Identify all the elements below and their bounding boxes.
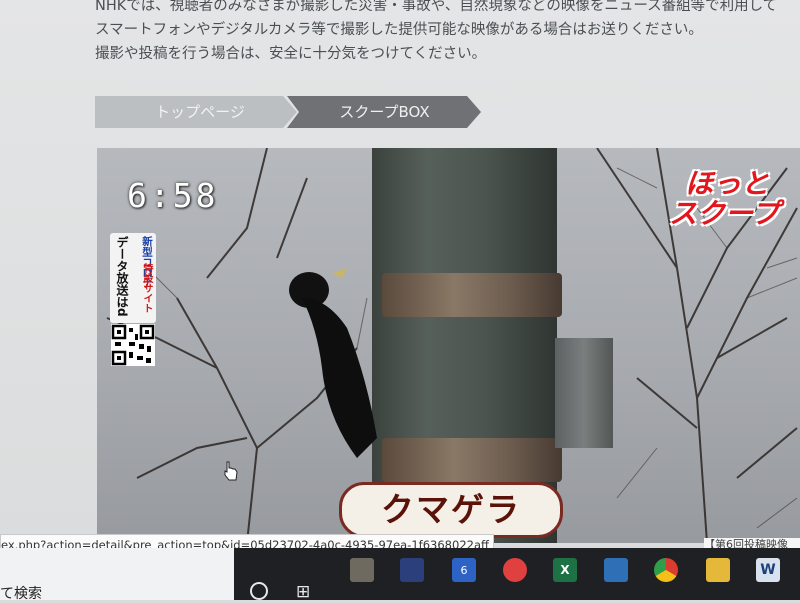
task-view-icon[interactable]: ⊞ [296,582,310,602]
word-icon[interactable]: W [756,558,780,582]
broadcast-clock: 6:58 [127,176,219,215]
data-broadcast-badge: データ放送はd 新型コロナ 特設サイト [110,233,156,323]
breadcrumb-current: スクープBOX [287,96,481,128]
pole-band [382,273,562,317]
calendar-day: 6 [460,564,468,577]
app-icon[interactable] [400,558,424,582]
breadcrumb: トップページ スクープBOX [95,96,485,128]
hotspot-icon[interactable] [604,558,628,582]
search-text: て検索 [0,586,42,602]
paint-icon[interactable] [503,558,527,582]
pole-band [382,438,562,482]
intro-line-3: 撮影や投稿を行う場合は、安全に十分気をつけてください。 [95,46,487,62]
web-page: NHKでは、視聴者のみなさまが撮影した災害・事故や、自然現象などの映像をニュース… [0,0,800,556]
data-broadcast-text: データ放送はd [115,236,129,317]
breadcrumb-top-link[interactable]: トップページ [95,96,297,128]
folder-camera-icon[interactable] [350,558,374,582]
hand-cursor-icon [224,461,238,481]
program-logo-line-2: スクープ [669,197,780,230]
file-explorer-icon[interactable] [706,558,730,582]
intro-line-2: スマートフォンやデジタルカメラ等で撮影した提供可能な映像がある場合はお送りくださ… [95,22,703,38]
site-text: 特設サイト [141,263,152,313]
qr-code-icon [111,324,155,366]
video-caption: クマゲラ [339,482,563,538]
cortana-circle-icon[interactable] [250,582,268,600]
pole-bracket [555,338,613,448]
windows-taskbar: て検索 ⊞ 6 X W [0,548,800,602]
excel-icon[interactable]: X [553,558,577,582]
chrome-icon[interactable] [654,558,678,582]
intro-line-1: NHKでは、視聴者のみなさまが撮影した災害・事故や、自然現象などの映像をニュース… [95,0,778,14]
calendar-icon[interactable]: 6 [452,558,476,582]
woodpecker-bird [289,268,377,458]
video-player[interactable]: 6:58 ほっと スクープ データ放送はd 新型コロナ 特設サイト クマゲラ [97,148,800,543]
taskbar-search-box[interactable]: て検索 [0,548,234,602]
